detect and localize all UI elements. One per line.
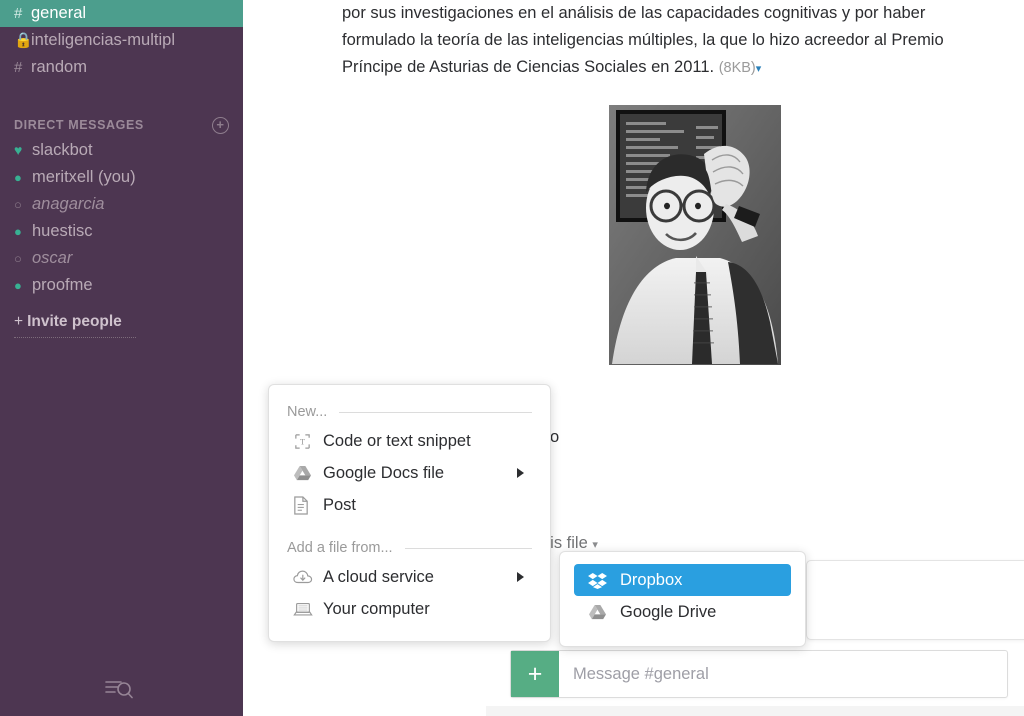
dm-item-anagarcia[interactable]: ○ anagarcia bbox=[0, 191, 243, 218]
message-input[interactable] bbox=[559, 651, 1007, 697]
dm-item-oscar[interactable]: ○ oscar bbox=[0, 245, 243, 272]
message-line-1: por sus investigaciones en el análisis d… bbox=[342, 4, 926, 22]
menu-section-add-label: Add a file from... bbox=[287, 540, 393, 556]
post-glyph bbox=[294, 495, 308, 515]
chevron-right-icon bbox=[517, 468, 524, 478]
menu-divider bbox=[404, 547, 532, 549]
google-drive-icon bbox=[588, 604, 620, 621]
dm-label: proofme bbox=[32, 276, 93, 294]
post-icon bbox=[293, 495, 323, 515]
footer-strip bbox=[486, 706, 1024, 716]
google-drive-glyph bbox=[589, 604, 606, 619]
dm-item-meritxell[interactable]: ● meritxell (you) bbox=[0, 164, 243, 191]
svg-text:T: T bbox=[300, 436, 306, 446]
invite-underline bbox=[14, 337, 136, 338]
occluded-text-o: o bbox=[550, 428, 560, 446]
slack-window: # general 🔒inteligencias-multipl # random … bbox=[0, 0, 1024, 716]
dm-label: slackbot bbox=[32, 141, 93, 159]
menu-item-label: A cloud service bbox=[323, 567, 434, 586]
presence-away-icon: ○ bbox=[14, 251, 22, 266]
dropbox-glyph bbox=[588, 572, 607, 589]
hash-icon: # bbox=[14, 59, 23, 76]
dm-item-slackbot[interactable]: ♥ slackbot bbox=[0, 137, 243, 164]
menu-section-add-a-file-from: Add a file from... bbox=[269, 535, 550, 561]
presence-online-icon: ● bbox=[14, 170, 22, 185]
plus-icon: + bbox=[14, 313, 24, 330]
dm-label: huestisc bbox=[32, 222, 93, 240]
sidebar: # general 🔒inteligencias-multipl # random … bbox=[0, 0, 243, 716]
menu-item-code-or-text-snippet[interactable]: T Code or text snippet bbox=[269, 425, 550, 457]
dm-item-proofme[interactable]: ● proofme bbox=[0, 272, 243, 299]
direct-messages-title: DIRECT MESSAGES bbox=[14, 118, 144, 132]
menu-section-new: New... bbox=[269, 399, 550, 425]
heart-icon: ♥ bbox=[14, 142, 23, 158]
dropbox-icon bbox=[588, 572, 620, 589]
submenu-item-label: Dropbox bbox=[620, 570, 683, 589]
add-attachment-button[interactable]: + bbox=[511, 651, 559, 697]
submenu-item-dropbox[interactable]: Dropbox bbox=[574, 564, 791, 596]
menu-item-your-computer[interactable]: Your computer bbox=[269, 593, 550, 625]
sidebar-channel-inteligencias-multipl[interactable]: 🔒inteligencias-multipl bbox=[0, 27, 243, 54]
attachment-menu: New... T Code or text snippet Google Doc… bbox=[268, 384, 551, 642]
menu-item-label: Your computer bbox=[323, 599, 430, 618]
dm-label: anagarcia bbox=[32, 195, 105, 213]
menu-item-label: Post bbox=[323, 495, 357, 514]
submenu-item-label: Google Drive bbox=[620, 602, 717, 621]
message-composer: + bbox=[510, 650, 1008, 698]
message-text: por sus investigaciones en el análisis d… bbox=[342, 0, 982, 83]
chevron-right-icon bbox=[517, 572, 524, 582]
invite-people-button[interactable]: + Invite people bbox=[0, 313, 243, 331]
menu-spacer bbox=[269, 521, 550, 535]
channel-label: general bbox=[31, 4, 87, 22]
message-line-3-text: Príncipe de Asturias de Ciencias Sociale… bbox=[342, 58, 715, 76]
lock-icon: 🔒 bbox=[14, 32, 33, 49]
plus-circle-icon[interactable]: + bbox=[212, 116, 229, 134]
cloud-download-icon bbox=[293, 569, 323, 586]
cloud-service-submenu: Dropbox Google Drive bbox=[559, 551, 806, 647]
dm-label: oscar bbox=[32, 249, 73, 267]
occluded-caret-icon[interactable]: ▾ bbox=[592, 539, 598, 551]
direct-messages-header: DIRECT MESSAGES + bbox=[0, 113, 243, 137]
expand-caret-icon[interactable]: ▾ bbox=[756, 63, 762, 75]
dm-item-huestisc[interactable]: ● huestisc bbox=[0, 218, 243, 245]
portrait-photo-graphic bbox=[600, 96, 790, 374]
menu-section-new-label: New... bbox=[287, 404, 328, 420]
presence-away-icon: ○ bbox=[14, 197, 22, 212]
submenu-item-google-drive[interactable]: Google Drive bbox=[574, 596, 791, 628]
channel-label: inteligencias-multipl bbox=[31, 31, 175, 49]
message-line-2: formulado la teoría de las inteligencias… bbox=[342, 31, 944, 49]
presence-online-icon: ● bbox=[14, 278, 22, 293]
attached-photo[interactable] bbox=[600, 96, 790, 374]
channel-label: random bbox=[31, 58, 87, 76]
menu-item-post[interactable]: Post bbox=[269, 489, 550, 521]
dm-label: meritxell (you) bbox=[32, 168, 136, 186]
google-drive-glyph bbox=[294, 465, 311, 480]
snippet-glyph: T bbox=[295, 433, 310, 449]
file-search-glyph bbox=[105, 681, 133, 699]
menu-item-google-docs-file[interactable]: Google Docs file bbox=[269, 457, 550, 489]
menu-divider bbox=[339, 411, 532, 413]
sidebar-channel-general[interactable]: # general bbox=[0, 0, 243, 27]
hash-icon: # bbox=[14, 5, 23, 22]
message-line-3: Príncipe de Asturias de Ciencias Sociale… bbox=[342, 54, 982, 83]
invite-people-label: Invite people bbox=[27, 313, 122, 330]
menu-item-label: Google Docs file bbox=[323, 463, 445, 482]
snippet-icon: T bbox=[293, 432, 323, 451]
sidebar-channel-random[interactable]: # random bbox=[0, 54, 243, 81]
cloud-download-glyph bbox=[293, 570, 313, 583]
laptop-glyph bbox=[293, 602, 313, 616]
google-drive-icon bbox=[293, 465, 323, 482]
file-size-label: (8KB) bbox=[718, 60, 756, 76]
laptop-icon bbox=[293, 601, 323, 618]
empty-panel bbox=[806, 560, 1024, 640]
menu-item-a-cloud-service[interactable]: A cloud service bbox=[269, 561, 550, 593]
presence-online-icon: ● bbox=[14, 224, 22, 239]
file-search-icon[interactable] bbox=[104, 676, 134, 702]
menu-item-label: Code or text snippet bbox=[323, 431, 471, 450]
